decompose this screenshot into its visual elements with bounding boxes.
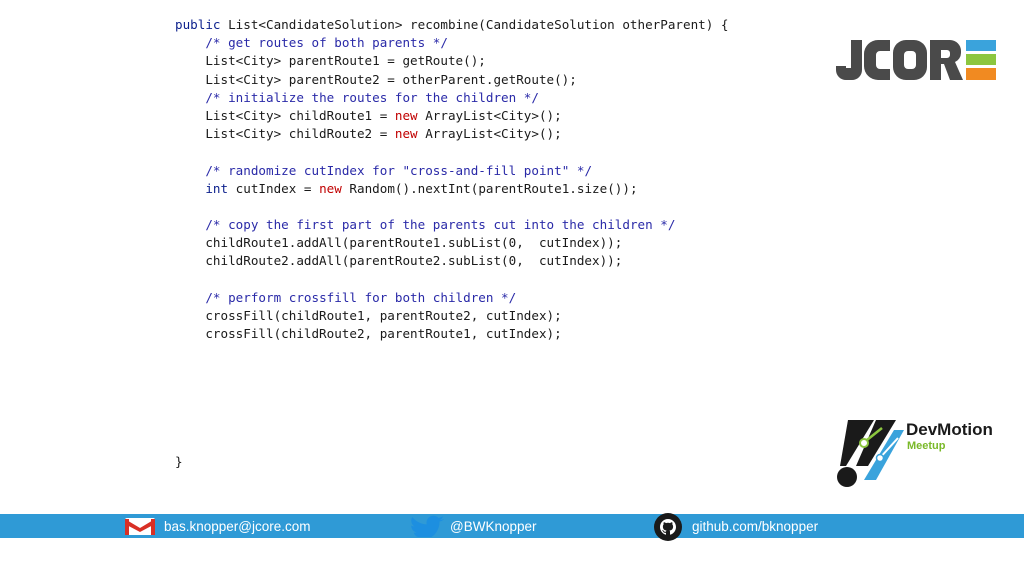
devmotion-logo: DevMotion Meetup [834, 416, 1012, 492]
code-keyword: public [175, 17, 229, 32]
code-line: crossFill(childRoute1, parentRoute2, cut… [175, 307, 729, 325]
code-line: List<City> childRoute1 = new ArrayList<C… [175, 107, 729, 125]
code-keyword: int [205, 180, 229, 196]
code-text: crossFill(childRoute2, parentRoute1, cut… [175, 326, 562, 342]
code-line: /* randomize cutIndex for "cross-and-fil… [175, 162, 729, 180]
code-text: List<City> childRoute2 = [175, 126, 395, 142]
twitter-icon [411, 515, 444, 537]
code-comment: /* perform crossfill for both children *… [205, 289, 517, 305]
code-comment: /* get routes of both parents */ [205, 35, 448, 51]
footer-twitter-text[interactable]: @BWKnopper [450, 519, 537, 534]
code-line: /* copy the first part of the parents cu… [175, 216, 729, 234]
code-comment: /* copy the first part of the parents cu… [205, 217, 676, 233]
code-line: List<City> parentRoute1 = getRoute(); [175, 52, 729, 70]
code-line: /* get routes of both parents */ [175, 34, 729, 52]
code-text: ArrayList<City>(); [417, 107, 562, 123]
code-line: childRoute1.addAll(parentRoute1.subList(… [175, 234, 729, 252]
code-keyword: new [319, 180, 342, 196]
code-text: childRoute2.addAll(parentRoute2.subList(… [175, 253, 623, 269]
code-line: childRoute2.addAll(parentRoute2.subList(… [175, 252, 729, 270]
code-line: /* initialize the routes for the childre… [175, 89, 729, 107]
code-text: childRoute1.addAll(parentRoute1.subList(… [175, 235, 623, 251]
code-text: List<CandidateSolution> recombine(Candid… [228, 17, 729, 32]
footer-bar: bas.knopper@jcore.com @BWKnopper github.… [0, 513, 1024, 541]
code-block: public List<CandidateSolution> recombine… [175, 16, 729, 471]
code-text: Random().nextInt(parentRoute1.size()); [341, 180, 638, 196]
code-text: ArrayList<City>(); [417, 126, 562, 142]
code-keyword: new [394, 126, 418, 142]
code-line: } [175, 453, 729, 471]
footer-email[interactable]: bas.knopper@jcore.com [124, 514, 311, 538]
github-icon [654, 513, 682, 541]
code-line: /* perform crossfill for both children *… [175, 289, 729, 307]
code-text: List<City> childRoute1 = [175, 107, 395, 123]
code-comment: /* initialize the routes for the childre… [205, 89, 539, 105]
code-text: } [175, 453, 183, 469]
code-text: cutIndex = [228, 180, 320, 196]
code-line: List<City> parentRoute2 = otherParent.ge… [175, 71, 729, 89]
code-keyword: new [394, 107, 418, 123]
devmotion-title: DevMotion [906, 420, 993, 439]
devmotion-subtitle: Meetup [907, 440, 946, 452]
gmail-icon [125, 518, 155, 535]
footer-twitter[interactable]: @BWKnopper [408, 514, 537, 538]
code-line: public List<CandidateSolution> recombine… [175, 16, 729, 34]
code-line: List<City> childRoute2 = new ArrayList<C… [175, 125, 729, 143]
jcore-logo [832, 36, 1000, 84]
footer-email-text[interactable]: bas.knopper@jcore.com [164, 519, 311, 534]
code-line: crossFill(childRoute2, parentRoute1, cut… [175, 325, 729, 343]
code-text: List<City> parentRoute2 = otherParent.ge… [175, 71, 577, 87]
code-text: List<City> parentRoute1 = getRoute(); [175, 53, 486, 69]
code-line: int cutIndex = new Random().nextInt(pare… [175, 180, 729, 198]
footer-github-text[interactable]: github.com/bknopper [692, 519, 818, 534]
code-comment: /* randomize cutIndex for "cross-and-fil… [205, 162, 593, 178]
footer-github[interactable]: github.com/bknopper [652, 513, 818, 541]
code-text: crossFill(childRoute1, parentRoute2, cut… [175, 308, 562, 323]
